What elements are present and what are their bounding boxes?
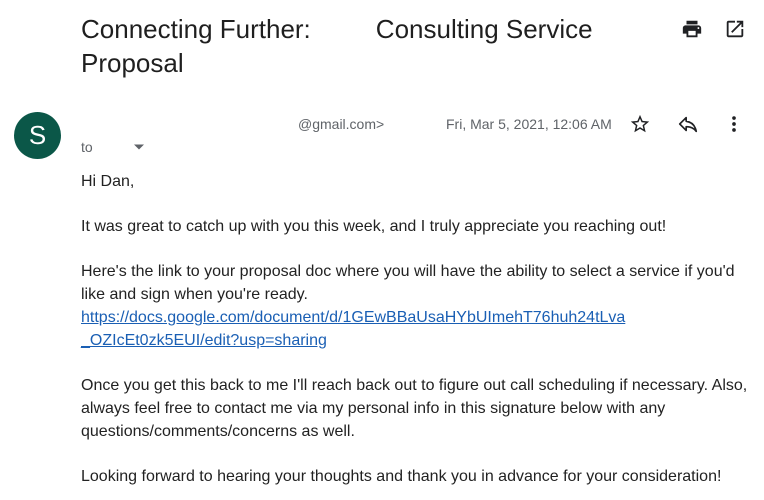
reply-icon[interactable] <box>675 111 701 137</box>
link-text-line-1: https://docs.google.com/document/d/1GEwB… <box>81 309 626 326</box>
email-timestamp: Fri, Mar 5, 2021, 12:06 AM <box>446 116 612 132</box>
email-paragraph: It was great to catch up with you this w… <box>81 218 667 235</box>
email-paragraph: Once you get this back to me I'll reach … <box>81 377 748 440</box>
email-paragraph-text: Here's the link to your proposal doc whe… <box>81 263 735 303</box>
recipients-row: to <box>81 139 147 155</box>
avatar-initial: S <box>28 120 47 150</box>
email-body: Hi Dan, It was great to catch up with yo… <box>81 170 751 500</box>
proposal-doc-link[interactable]: https://docs.google.com/document/d/1GEwB… <box>81 306 751 352</box>
email-paragraph: Here's the link to your proposal doc whe… <box>81 260 751 352</box>
avatar[interactable]: S <box>14 112 61 159</box>
email-subject: Connecting Further: Consulting Service P… <box>81 14 600 78</box>
more-vert-icon[interactable] <box>721 111 747 137</box>
print-icon[interactable] <box>679 16 705 42</box>
star-icon[interactable] <box>627 111 653 137</box>
caret-down-icon[interactable] <box>131 139 147 155</box>
email-paragraph: Looking forward to hearing your thoughts… <box>81 468 722 485</box>
sender-email: @gmail.com> <box>298 116 385 132</box>
open-in-new-icon[interactable] <box>722 16 748 42</box>
email-greeting: Hi Dan, <box>81 173 135 190</box>
to-label: to <box>81 139 93 155</box>
link-text-line-2: _OZIcEt0zk5EUI/edit?usp=sharing <box>81 332 327 349</box>
